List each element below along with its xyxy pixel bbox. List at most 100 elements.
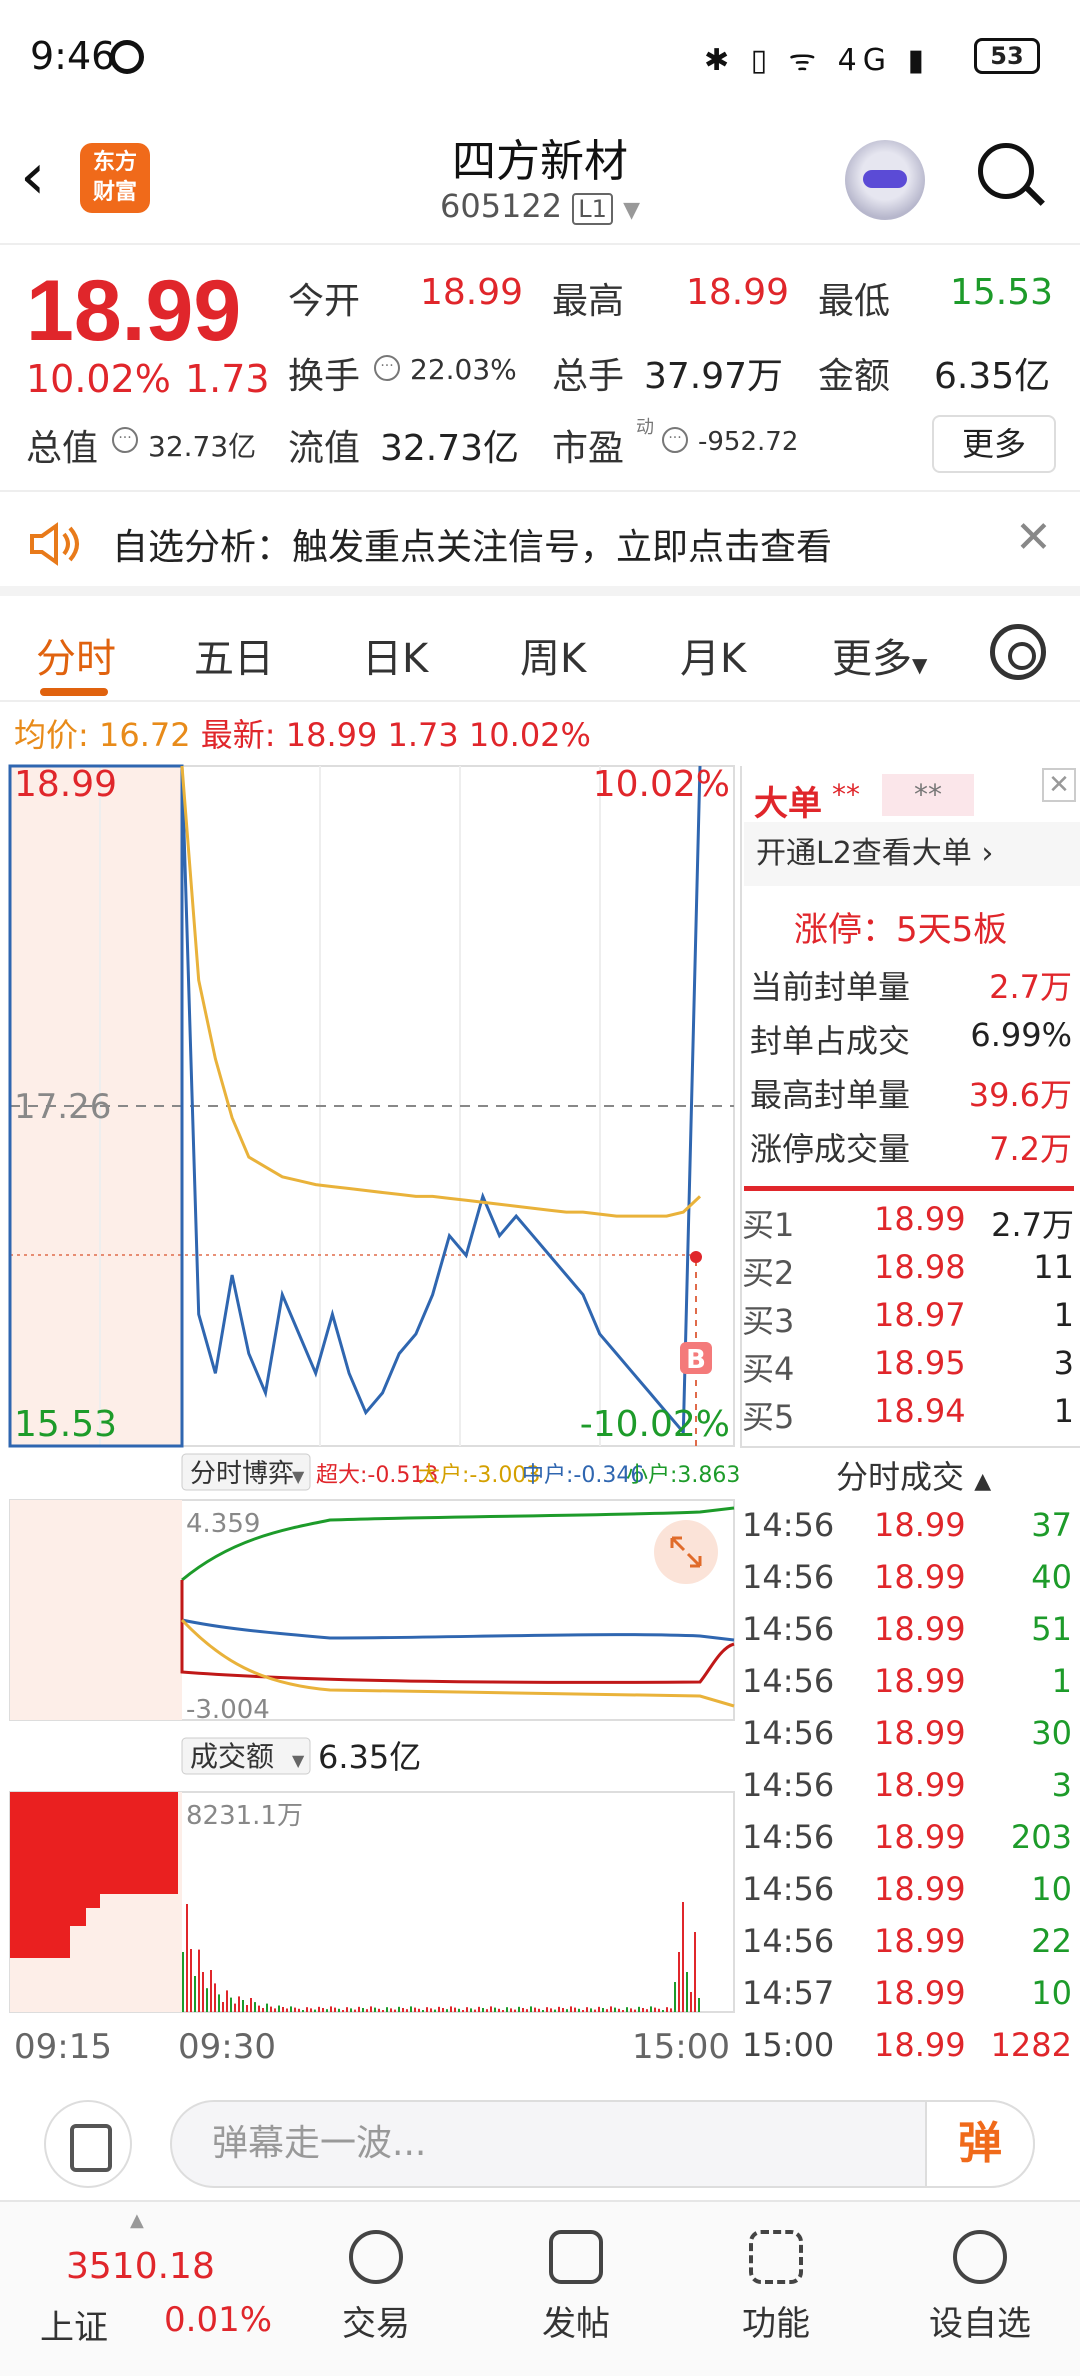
volume-bar <box>338 2008 340 2012</box>
volume-bar <box>342 2010 344 2012</box>
quote-panel: 18.99 10.02% 1.73 今开 18.99 最高 18.99 最低 1… <box>0 247 1080 492</box>
volume-bar <box>206 1988 208 2012</box>
volume-bar <box>682 1902 684 2012</box>
search-icon[interactable] <box>978 143 1045 209</box>
nav-functions[interactable]: 功能 <box>706 2230 846 2345</box>
volume-bar <box>538 2008 540 2012</box>
info-icon[interactable]: ··· <box>112 427 138 453</box>
intraday-chart[interactable]: B 18.99 10.02% 17.26 15.53 -10.02% 分时博弈 … <box>0 760 740 2070</box>
mktcap-label: 总值 <box>26 428 99 469</box>
info-icon[interactable]: ··· <box>374 355 400 381</box>
open-value: 18.99 <box>420 272 524 313</box>
tick-price: 18.99 <box>874 1766 966 1804</box>
tab-more[interactable]: 更多▼ <box>832 626 927 684</box>
info-icon[interactable]: ··· <box>662 427 688 453</box>
volume-bar <box>270 2006 272 2012</box>
tab-more-label: 更多 <box>832 636 912 682</box>
volume-bar <box>330 2006 332 2012</box>
fund-max: 4.359 <box>186 1509 260 1539</box>
tab-daily-k[interactable]: 日K <box>362 626 428 684</box>
volume-bar <box>634 2009 636 2012</box>
nav-post[interactable]: 发帖 <box>506 2230 646 2345</box>
volume-bar <box>362 2008 364 2012</box>
volume-bar <box>670 2008 672 2012</box>
bid-volume: 2.7万 <box>991 1206 1074 1244</box>
y-bottom-pct: -10.02% <box>580 1404 730 1445</box>
high-value: 18.99 <box>686 272 790 313</box>
tick-time: 14:56 <box>742 1610 835 1648</box>
y-mid-price: 17.26 <box>14 1087 111 1127</box>
expand-icon[interactable] <box>654 1520 718 1584</box>
stock-header: ‹ 东方 财富 四方新材 605122 L1 ▼ <box>0 115 1080 245</box>
change-percent: 10.02% <box>26 357 171 401</box>
volume-bar <box>238 1996 240 2012</box>
danmaku-settings-icon[interactable] <box>44 2100 132 2188</box>
big-order-title: 大单 <box>754 784 822 824</box>
tab-five-day[interactable]: 五日 <box>194 626 274 684</box>
ticks-title[interactable]: 分时成交 ▲ <box>836 1452 991 1498</box>
bid-volume: 1 <box>1053 1392 1074 1430</box>
big-order-label: 最高封单量 <box>750 1076 911 1114</box>
volume-bar <box>314 2009 316 2012</box>
volume-bar <box>390 2008 392 2012</box>
pe-dynamic-marker: 动 <box>636 417 654 438</box>
mktcap-value: 32.73亿 <box>148 430 257 463</box>
index-pct[interactable]: 0.01% <box>164 2300 272 2340</box>
danmaku-send-button[interactable]: 弹 <box>925 2100 1035 2188</box>
latest-value: 18.99 <box>285 716 378 754</box>
volume-bar <box>470 2008 472 2012</box>
latest-pct: 10.02% <box>468 716 591 754</box>
low-label: 最低 <box>818 281 891 322</box>
avg-label: 均价: <box>14 716 89 754</box>
comment-bar: 弹幕走一波... 弹 <box>0 2076 1080 2200</box>
ticks-title-label: 分时成交 <box>836 1458 965 1496</box>
tick-price: 18.99 <box>874 1714 966 1752</box>
volume-bar <box>462 2010 464 2012</box>
tab-weekly-k[interactable]: 周K <box>520 626 586 684</box>
alert-banner[interactable]: 自选分析：触发重点关注信号，立即点击查看 ✕ <box>0 494 1080 596</box>
volume-bar <box>186 1904 188 2012</box>
volume-bar <box>646 2009 648 2012</box>
latest-label: 最新: <box>200 716 276 754</box>
tab-intraday[interactable]: 分时 <box>36 626 116 684</box>
tab-monthly-k[interactable]: 月K <box>680 626 746 684</box>
high-label: 最高 <box>552 281 625 322</box>
danmaku-input[interactable]: 弹幕走一波... <box>170 2100 1035 2188</box>
nav-trade[interactable]: 交易 <box>306 2230 446 2345</box>
tick-volume: 22 <box>1031 1922 1072 1960</box>
nav-add-watchlist[interactable]: 设自选 <box>910 2230 1050 2345</box>
grid-icon <box>749 2230 803 2284</box>
index-value[interactable]: 3510.18 <box>66 2246 215 2287</box>
tick-price: 18.99 <box>874 1610 966 1648</box>
close-icon[interactable]: ✕ <box>1015 512 1052 563</box>
more-button[interactable]: 更多 <box>932 415 1056 473</box>
tick-volume: 10 <box>1031 1974 1072 2012</box>
volume-bar <box>558 2006 560 2012</box>
volume-bar <box>458 2008 460 2012</box>
volume-bar <box>594 2009 596 2012</box>
dropdown-icon[interactable]: ▼ <box>623 198 640 223</box>
volume-bar <box>254 2002 256 2012</box>
big-order-label: 当前封单量 <box>750 968 911 1006</box>
price-info-line: 均价: 16.72 最新: 18.99 1.73 10.02% <box>14 710 591 756</box>
volume-bar <box>466 2007 468 2012</box>
tick-volume: 30 <box>1031 1714 1072 1752</box>
volume-bar <box>230 1997 232 2012</box>
volume-bar <box>306 2007 308 2012</box>
tick-time: 14:56 <box>742 1558 835 1596</box>
tick-time: 14:56 <box>742 1714 835 1752</box>
gear-icon[interactable] <box>990 624 1046 680</box>
bid-volume: 11 <box>1033 1248 1074 1286</box>
volume-bar <box>446 2009 448 2012</box>
bid-volume: 1 <box>1053 1296 1074 1334</box>
volume-bar <box>250 1998 252 2012</box>
index-name[interactable]: 上证 <box>40 2300 108 2349</box>
close-icon[interactable]: ✕ <box>1042 768 1076 802</box>
l2-upgrade-link[interactable]: 开通L2查看大单 › <box>744 822 1080 886</box>
volume-bar <box>626 2007 628 2012</box>
alert-text: 自选分析：触发重点关注信号，立即点击查看 <box>112 527 833 568</box>
robot-assistant-icon[interactable] <box>845 140 925 220</box>
tab-underline <box>40 688 108 696</box>
avg-price-line <box>180 765 702 1218</box>
volume-bar <box>414 2007 416 2012</box>
